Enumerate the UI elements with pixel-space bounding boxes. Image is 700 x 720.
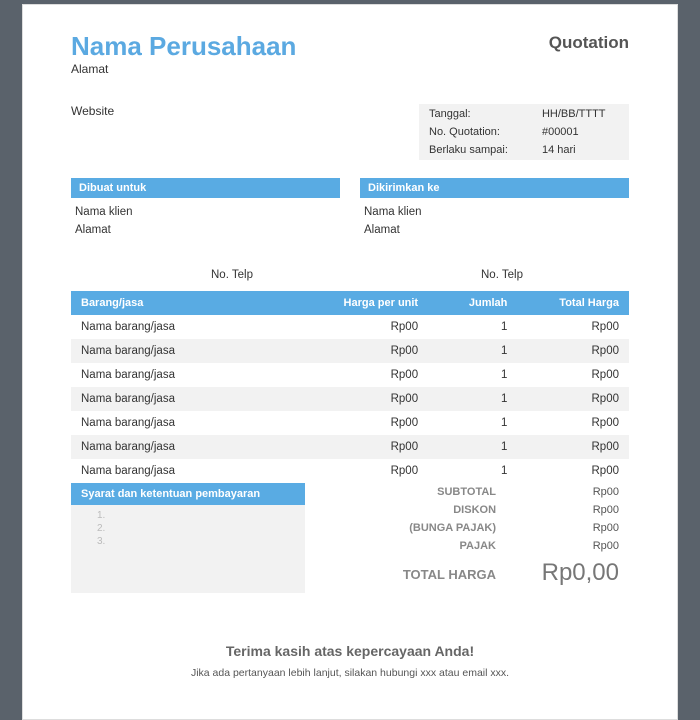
cell-unit: Rp00 bbox=[305, 459, 428, 483]
taxint-label: (BUNGA PAJAK) bbox=[305, 519, 506, 537]
cell-qty: 1 bbox=[428, 339, 517, 363]
ship-to-title: Dikirimkan ke bbox=[360, 178, 629, 198]
items-table: Barang/jasa Harga per unit Jumlah Total … bbox=[71, 291, 629, 483]
table-row: Nama barang/jasaRp001Rp00 bbox=[71, 411, 629, 435]
document-title: Quotation bbox=[549, 33, 629, 53]
cell-name: Nama barang/jasa bbox=[71, 363, 305, 387]
table-row: Nama barang/jasaRp001Rp00 bbox=[71, 315, 629, 339]
table-row: Nama barang/jasaRp001Rp00 bbox=[71, 435, 629, 459]
cell-qty: 1 bbox=[428, 387, 517, 411]
bottom-row: Syarat dan ketentuan pembayaran 1.2.3. S… bbox=[71, 483, 629, 593]
bill-to-address: Alamat bbox=[75, 222, 336, 239]
table-row: Nama barang/jasaRp001Rp00 bbox=[71, 363, 629, 387]
discount-value: Rp00 bbox=[506, 501, 629, 519]
quotation-page: Nama Perusahaan Alamat Quotation Website… bbox=[22, 4, 678, 720]
terms-item: 1. bbox=[97, 509, 297, 522]
bill-to: Dibuat untuk Nama klien Alamat bbox=[71, 178, 340, 239]
table-row: Nama barang/jasaRp001Rp00 bbox=[71, 459, 629, 483]
col-unit: Harga per unit bbox=[305, 291, 428, 315]
tax-value: Rp00 bbox=[506, 537, 629, 555]
cell-unit: Rp00 bbox=[305, 363, 428, 387]
cell-total: Rp00 bbox=[517, 387, 629, 411]
meta-valid-label: Berlaku sampai: bbox=[421, 142, 532, 158]
cell-total: Rp00 bbox=[517, 459, 629, 483]
cell-unit: Rp00 bbox=[305, 411, 428, 435]
terms-title: Syarat dan ketentuan pembayaran bbox=[71, 483, 305, 505]
terms: Syarat dan ketentuan pembayaran 1.2.3. bbox=[71, 483, 305, 593]
cell-total: Rp00 bbox=[517, 411, 629, 435]
meta-date-value: HH/BB/TTTT bbox=[534, 106, 627, 122]
terms-body: 1.2.3. bbox=[71, 505, 305, 593]
cell-unit: Rp00 bbox=[305, 435, 428, 459]
party-row: Dibuat untuk Nama klien Alamat Dikirimka… bbox=[71, 178, 629, 239]
col-qty: Jumlah bbox=[428, 291, 517, 315]
bill-to-title: Dibuat untuk bbox=[71, 178, 340, 198]
thanks-text: Terima kasih atas kepercayaan Anda! bbox=[71, 643, 629, 659]
cell-unit: Rp00 bbox=[305, 339, 428, 363]
cell-qty: 1 bbox=[428, 363, 517, 387]
meta-date-label: Tanggal: bbox=[421, 106, 532, 122]
cell-total: Rp00 bbox=[517, 363, 629, 387]
grand-label: TOTAL HARGA bbox=[305, 555, 506, 590]
discount-label: DISKON bbox=[305, 501, 506, 519]
contact-text: Jika ada pertanyaan lebih lanjut, silaka… bbox=[71, 667, 629, 679]
meta-table: Tanggal: HH/BB/TTTT No. Quotation: #0000… bbox=[419, 104, 629, 160]
subtotal-label: SUBTOTAL bbox=[305, 483, 506, 501]
subtotal-value: Rp00 bbox=[506, 483, 629, 501]
taxint-value: Rp00 bbox=[506, 519, 629, 537]
cell-qty: 1 bbox=[428, 435, 517, 459]
table-row: Nama barang/jasaRp001Rp00 bbox=[71, 387, 629, 411]
header: Nama Perusahaan Alamat Quotation bbox=[71, 33, 629, 76]
cell-name: Nama barang/jasa bbox=[71, 435, 305, 459]
ship-to-address: Alamat bbox=[364, 222, 625, 239]
ship-to-name: Nama klien bbox=[364, 204, 625, 221]
cell-total: Rp00 bbox=[517, 315, 629, 339]
table-row: Nama barang/jasaRp001Rp00 bbox=[71, 339, 629, 363]
cell-unit: Rp00 bbox=[305, 315, 428, 339]
bill-to-name: Nama klien bbox=[75, 204, 336, 221]
tax-label: PAJAK bbox=[305, 537, 506, 555]
terms-item: 3. bbox=[97, 535, 297, 548]
meta-no-value: #00001 bbox=[534, 124, 627, 140]
cell-qty: 1 bbox=[428, 459, 517, 483]
meta-valid-value: 14 hari bbox=[534, 142, 627, 158]
cell-name: Nama barang/jasa bbox=[71, 411, 305, 435]
company-name: Nama Perusahaan bbox=[71, 33, 296, 60]
company-block: Nama Perusahaan Alamat bbox=[71, 33, 296, 76]
bill-to-phone: No. Telp bbox=[71, 269, 359, 281]
cell-qty: 1 bbox=[428, 411, 517, 435]
ship-to: Dikirimkan ke Nama klien Alamat bbox=[360, 178, 629, 239]
grand-value: Rp0,00 bbox=[506, 555, 629, 590]
cell-name: Nama barang/jasa bbox=[71, 387, 305, 411]
cell-name: Nama barang/jasa bbox=[71, 459, 305, 483]
cell-unit: Rp00 bbox=[305, 387, 428, 411]
cell-name: Nama barang/jasa bbox=[71, 339, 305, 363]
cell-total: Rp00 bbox=[517, 339, 629, 363]
cell-qty: 1 bbox=[428, 315, 517, 339]
ship-to-phone: No. Telp bbox=[379, 269, 629, 281]
totals: SUBTOTALRp00 DISKONRp00 (BUNGA PAJAK)Rp0… bbox=[305, 483, 629, 593]
col-item: Barang/jasa bbox=[71, 291, 305, 315]
cell-name: Nama barang/jasa bbox=[71, 315, 305, 339]
meta-block: Website Tanggal: HH/BB/TTTT No. Quotatio… bbox=[71, 104, 629, 160]
cell-total: Rp00 bbox=[517, 435, 629, 459]
terms-item: 2. bbox=[97, 522, 297, 535]
phone-row: No. Telp No. Telp bbox=[71, 269, 629, 281]
col-total: Total Harga bbox=[517, 291, 629, 315]
company-address: Alamat bbox=[71, 62, 296, 76]
meta-no-label: No. Quotation: bbox=[421, 124, 532, 140]
company-website: Website bbox=[71, 104, 419, 160]
